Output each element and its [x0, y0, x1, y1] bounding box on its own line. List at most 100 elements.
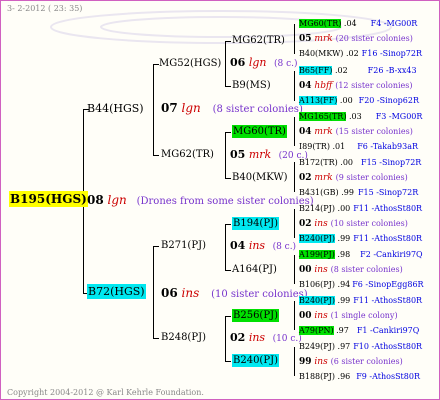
gen4-id[interactable]: B188(PJ): [299, 372, 335, 381]
gen4-id[interactable]: A113(FF): [299, 96, 338, 105]
gen4-row: I89(TR) .01 F6 -Takab93aR: [299, 141, 418, 153]
gen1-top-info: 07 lgn (8 sister colonies): [161, 102, 303, 116]
gen4-id[interactable]: B214(PJ): [299, 204, 335, 213]
gen4-year: 05: [299, 34, 312, 44]
note: (8 c.): [273, 59, 298, 69]
gen4-year: 00: [299, 265, 312, 275]
gen3-c1-wrap: B194(PJ): [232, 217, 279, 230]
gen3-d1[interactable]: B256(PJ): [232, 309, 279, 322]
connector: [225, 361, 231, 362]
gen4-id[interactable]: B65(FF): [299, 66, 333, 75]
connector: [153, 246, 159, 247]
gen4-ref: F10 -AthosSt80R: [353, 342, 423, 351]
line: ins: [181, 286, 200, 300]
gen4-ref: F6 -SinopEgg86R: [352, 280, 424, 289]
gen4-line: mrk: [314, 127, 333, 137]
gen3-c2[interactable]: A164(PJ): [232, 264, 277, 276]
gen3-c1[interactable]: B194(PJ): [232, 217, 279, 230]
gen4-year: .97: [333, 326, 349, 335]
gen4-year: 02: [299, 173, 312, 183]
gen4-id[interactable]: B106(PJ): [299, 280, 335, 289]
connector: [294, 347, 295, 376]
gen4-row: MG165(TR) .03 F3 -MG00R: [299, 111, 422, 123]
connector: [225, 41, 231, 42]
gen4-year: .97: [334, 342, 351, 351]
year: 02: [230, 331, 246, 344]
gen2-a-id[interactable]: MG52(HGS): [159, 58, 221, 70]
gen4-ref: F11 -AthosSt80R: [353, 296, 423, 305]
gen4-note: (8 sister colonies): [330, 265, 403, 274]
gen4-row: MG60(TR) .04 F4 -MG00R: [299, 18, 417, 30]
gen3-a2[interactable]: B9(MS): [232, 80, 271, 92]
gen3-d1-wrap: B256(PJ): [232, 309, 279, 322]
gen4-row: A199(PJ) .98 F2 -Cankiri97Q: [299, 249, 423, 261]
gen4-year: .03: [346, 112, 362, 121]
gen2-b-id[interactable]: MG62(TR): [161, 149, 214, 161]
gen4-year: 04: [299, 81, 312, 91]
gen4-ref: F16 -Sinop72R: [361, 49, 422, 58]
gen4-note: (12 sister colonies): [335, 81, 413, 90]
connector: [225, 41, 226, 86]
year: 08: [87, 193, 104, 207]
gen4-id[interactable]: B249(PJ): [299, 342, 335, 351]
gen3-b1[interactable]: MG60(TR): [232, 125, 287, 138]
connector: [225, 270, 231, 271]
gen4-row: A113(FF) .00 F20 -Sinop62R: [299, 95, 419, 107]
gen3-b2[interactable]: B40(MKW): [232, 172, 288, 184]
gen2-c-id[interactable]: B271(PJ): [161, 240, 206, 252]
gen4-line: mrk: [314, 173, 333, 183]
year: 04: [230, 239, 246, 252]
connector: [225, 224, 231, 225]
line: lgn: [107, 193, 127, 207]
gen4-row: B172(TR) .00 F15 -Sinop72R: [299, 157, 421, 169]
connector: [294, 117, 295, 146]
connector: [153, 155, 159, 156]
connector: [225, 132, 231, 133]
gen4-id[interactable]: B40(MKW): [299, 49, 343, 58]
gen1-top-id[interactable]: B44(HGS): [87, 103, 144, 115]
note: (Drones from some sister colonies): [136, 196, 314, 207]
gen4-id[interactable]: B240(PJ): [299, 296, 335, 305]
gen3-a1[interactable]: MG62(TR): [232, 35, 285, 47]
b72-branch-line: [153, 246, 154, 338]
gen2-b-info: 05 mrk (20 c.): [230, 149, 308, 162]
connector: [225, 316, 226, 361]
gen4-id[interactable]: I89(TR): [299, 142, 330, 151]
gen4-row: B188(PJ) .96 F9 -AthosSt80R: [299, 371, 420, 383]
note: (10 sister colonies): [211, 289, 308, 300]
gen4-id[interactable]: A199(PJ): [299, 250, 335, 259]
connector: [294, 209, 295, 238]
gen1-bottom-id[interactable]: B72(HGS): [87, 284, 146, 299]
gen4-note: (20 sister colonies): [335, 34, 413, 43]
gen4-id[interactable]: B431(GB): [299, 188, 339, 197]
gen4-row: 02 mrk (9 sister colonies): [299, 172, 408, 184]
gen2-d-id[interactable]: B248(PJ): [161, 332, 206, 344]
gen4-id[interactable]: MG60(TR): [299, 19, 342, 28]
gen4-row: 04 hbff (12 sister colonies): [299, 80, 413, 92]
gen4-year: .99: [334, 234, 351, 243]
connector: [225, 178, 231, 179]
root-id[interactable]: B195(HGS): [9, 191, 88, 207]
root-info: 08 lgn (Drones from some sister colonies…: [87, 194, 314, 208]
gen1-bottom-info: 06 ins (10 sister colonies): [161, 287, 308, 301]
gen2-d-info: 02 ins (10 c.): [230, 332, 302, 345]
gen4-id[interactable]: B172(TR): [299, 158, 338, 167]
gen4-row: B249(PJ) .97 F10 -AthosSt80R: [299, 341, 422, 353]
note: (10 c.): [272, 334, 302, 344]
gen4-ref: F11 -AthosSt80R: [353, 204, 423, 213]
date-stamp: 3- 2-2012 ( 23: 35): [7, 4, 83, 13]
gen4-ref: F26 -B-xx43: [367, 66, 417, 75]
gen4-year: .98: [334, 250, 351, 259]
line: lgn: [248, 56, 267, 69]
gen4-id[interactable]: A79(PN): [299, 326, 334, 335]
gen3-d2[interactable]: B240(PJ): [232, 354, 279, 367]
gen4-year: .99: [334, 296, 351, 305]
gen4-line: mrk: [314, 34, 333, 44]
line: ins: [248, 331, 266, 344]
gen4-ref: F11 -AthosSt80R: [353, 234, 423, 243]
year: 07: [161, 101, 178, 115]
gen4-id[interactable]: B240(PJ): [299, 234, 335, 243]
gen4-year: .02: [332, 66, 348, 75]
connector: [294, 162, 295, 192]
gen4-id[interactable]: MG165(TR): [299, 112, 347, 121]
